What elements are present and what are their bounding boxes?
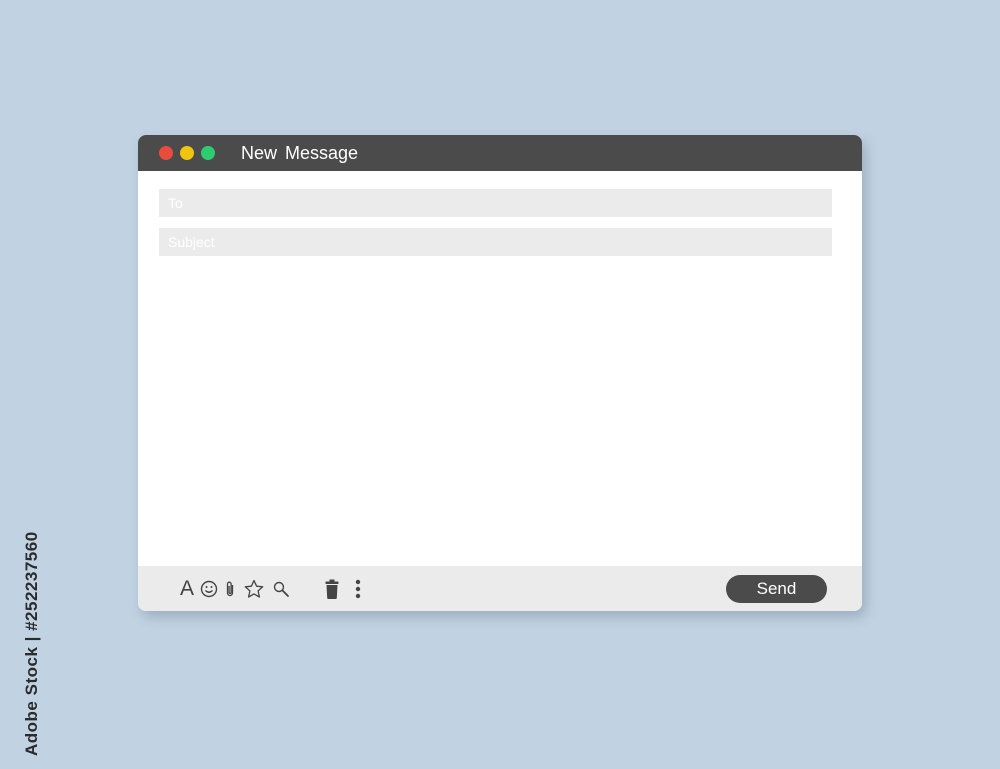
send-button[interactable]: Send (726, 575, 827, 603)
font-format-icon[interactable]: A (179, 576, 195, 602)
close-window-button[interactable] (159, 146, 173, 160)
maximize-window-button[interactable] (201, 146, 215, 160)
star-icon[interactable] (242, 576, 266, 602)
title-bar: New Message (138, 135, 862, 171)
stock-id-label: Adobe Stock | #252237560 (22, 531, 41, 756)
subject-field[interactable] (159, 228, 832, 256)
emoji-icon[interactable] (199, 576, 219, 602)
trash-icon[interactable] (323, 576, 341, 602)
minimize-window-button[interactable] (180, 146, 194, 160)
paperclip-icon[interactable] (223, 576, 237, 602)
more-vertical-icon[interactable] (352, 576, 364, 602)
message-body[interactable] (159, 267, 836, 561)
compose-window: New Message A (138, 135, 862, 611)
to-field[interactable] (159, 189, 832, 217)
search-icon[interactable] (270, 576, 292, 602)
window-title: New Message (241, 143, 359, 163)
